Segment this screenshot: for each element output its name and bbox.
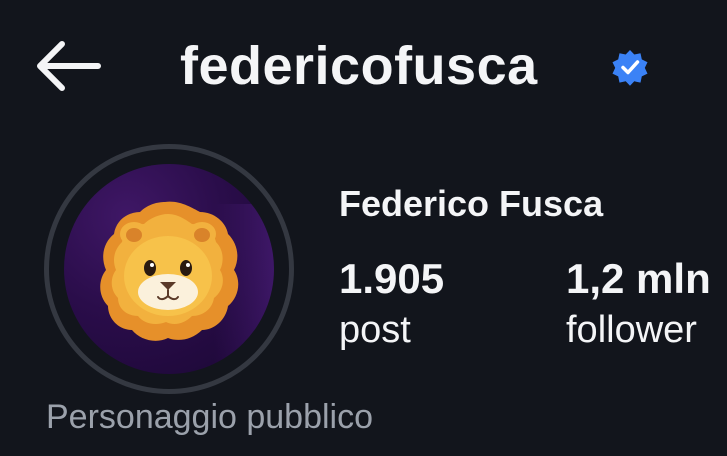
- followers-label: follower: [566, 309, 697, 351]
- arrow-left-icon: [37, 41, 101, 91]
- followers-stat[interactable]: 1,2 mln follower: [566, 254, 711, 354]
- posts-stat[interactable]: 1.905 post: [339, 254, 444, 354]
- lion-face-icon: [100, 201, 274, 374]
- posts-count: 1.905: [339, 255, 445, 302]
- back-button[interactable]: [34, 40, 102, 92]
- profile-username: federicofusca: [180, 36, 538, 96]
- profile-category: Personaggio pubblico: [46, 398, 374, 436]
- posts-label: post: [339, 309, 411, 351]
- profile-full-name: Federico Fusca: [339, 183, 604, 224]
- followers-count: 1,2 mln: [566, 255, 711, 302]
- verified-badge-icon: [611, 48, 649, 86]
- avatar[interactable]: [64, 164, 274, 374]
